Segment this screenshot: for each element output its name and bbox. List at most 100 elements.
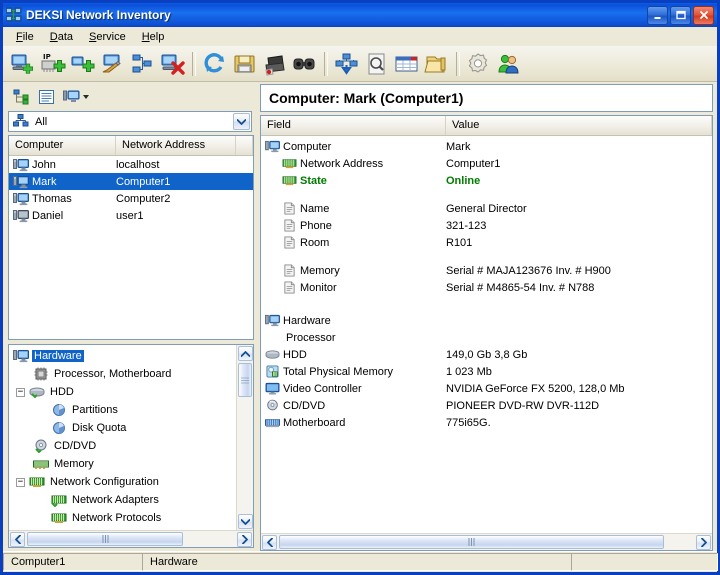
report-table-icon[interactable] [392, 49, 422, 79]
field-cell: CD/DVD [261, 399, 446, 413]
scroll-right-button[interactable] [696, 534, 711, 550]
table-row[interactable]: Network Address Computer1 [261, 155, 712, 172]
tree-node-partitions[interactable]: Partitions [11, 401, 236, 419]
scroll-thumb[interactable] [238, 363, 252, 397]
table-row[interactable]: Memory Serial # MAJA123676 Inv. # H900 [261, 262, 712, 279]
delete-computer-icon[interactable] [158, 49, 188, 79]
table-row[interactable]: State Online [261, 172, 712, 189]
refresh-icon[interactable] [200, 49, 230, 79]
list-view-icon[interactable] [35, 87, 57, 107]
scan-download-icon[interactable] [332, 49, 362, 79]
tree-node-hardware[interactable]: Hardware [11, 347, 236, 365]
minimize-button[interactable] [647, 5, 668, 25]
field-label: HDD [283, 348, 307, 361]
detail-horizontal-scrollbar[interactable] [261, 533, 712, 550]
table-row[interactable]: HDD 149,0 Gb 3,8 Gb [261, 346, 712, 363]
users-icon[interactable] [494, 49, 524, 79]
menu-data[interactable]: Data [42, 29, 81, 45]
menu-service[interactable]: Service [81, 29, 134, 45]
detail-grid[interactable]: Field Value Computer Mark Network Addres… [260, 115, 713, 551]
tree-horizontal-scrollbar[interactable] [9, 530, 253, 547]
list-item-label: John [32, 158, 56, 171]
open-folder-icon[interactable] [422, 49, 452, 79]
scroll-up-button[interactable] [237, 346, 253, 361]
tree-node-disk-quota[interactable]: Disk Quota [11, 419, 236, 437]
tree-view-icon[interactable] [10, 87, 32, 107]
list-item[interactable]: Thomas Computer2 [9, 190, 253, 207]
table-row[interactable]: Phone 321-123 [261, 217, 712, 234]
document-icon [282, 263, 297, 278]
computer-name-cell: John [9, 158, 116, 172]
network-tree-icon[interactable] [128, 49, 158, 79]
field-cell: Room [261, 235, 446, 250]
tree-expander-collapse[interactable]: − [16, 387, 25, 397]
list-item-label: Daniel [32, 209, 64, 222]
tree-node-network-configuration[interactable]: − Network Configuration [11, 473, 236, 491]
computer-view-dropdown[interactable] [60, 87, 92, 107]
table-row[interactable]: CD/DVD PIONEER DVD-RW DVR-112D [261, 397, 712, 414]
field-label: Phone [300, 219, 332, 232]
group-selector[interactable]: All [8, 111, 252, 132]
preview-icon[interactable] [362, 49, 392, 79]
tree-expander-collapse[interactable]: − [16, 477, 25, 487]
field-label: State [300, 174, 327, 187]
print-icon[interactable] [260, 49, 290, 79]
computer-online-icon [13, 175, 29, 189]
computer-online-icon [13, 192, 29, 206]
value-cell: NVIDIA GeForce FX 5200, 128,0 Mb [446, 382, 625, 395]
list-item[interactable]: John localhost [9, 156, 253, 173]
window-title: DEKSI Network Inventory [26, 8, 171, 22]
maximize-button[interactable] [670, 5, 691, 25]
cpu-icon [33, 367, 49, 381]
table-row[interactable]: Hardware [261, 312, 712, 329]
tree-node-network-adapters[interactable]: Network Adapters [11, 491, 236, 509]
scroll-down-button[interactable] [237, 514, 253, 529]
table-row[interactable]: Computer Mark [261, 138, 712, 155]
tree-node-processor-motherboard[interactable]: Processor, Motherboard [11, 365, 236, 383]
column-header-computer[interactable]: Computer [9, 136, 116, 155]
scroll-thumb[interactable] [279, 535, 664, 549]
add-ip-range-icon[interactable]: IP [38, 49, 68, 79]
menu-help[interactable]: Help [134, 29, 173, 45]
scroll-left-button[interactable] [10, 531, 25, 547]
group-selector-dropdown-button[interactable] [233, 113, 250, 130]
tree-node-cddvd[interactable]: CD/DVD [11, 437, 236, 455]
scroll-right-button[interactable] [237, 531, 252, 547]
table-row[interactable]: Video Controller NVIDIA GeForce FX 5200,… [261, 380, 712, 397]
status-cell-extra [571, 553, 718, 571]
table-row[interactable]: Processor [261, 329, 712, 346]
tree-node-network-protocols[interactable]: Network Protocols [11, 509, 236, 527]
table-row[interactable]: Room R101 [261, 234, 712, 251]
tree-vertical-scrollbar[interactable] [236, 345, 253, 530]
save-icon[interactable] [230, 49, 260, 79]
tree-node-memory[interactable]: Memory [11, 455, 236, 473]
computer-list[interactable]: Computer Network Address John localhost … [8, 135, 254, 340]
edit-computer-icon[interactable] [98, 49, 128, 79]
document-icon [282, 201, 297, 216]
hardware-tree-panel[interactable]: Hardware Processor, Motherboard − HDD Pa… [8, 344, 254, 548]
find-icon[interactable] [290, 49, 320, 79]
add-computer-icon[interactable] [8, 49, 38, 79]
toolbar-separator [456, 51, 460, 76]
field-label: Monitor [300, 281, 337, 294]
tree-node-hdd[interactable]: − HDD [11, 383, 236, 401]
column-header-field[interactable]: Field [261, 116, 446, 135]
column-header-value[interactable]: Value [446, 116, 712, 135]
settings-gear-icon[interactable] [464, 49, 494, 79]
hardware-tree[interactable]: Hardware Processor, Motherboard − HDD Pa… [9, 345, 236, 530]
document-icon [282, 280, 297, 295]
table-row[interactable]: Monitor Serial # M4865-54 Inv. # N788 [261, 279, 712, 296]
close-button[interactable] [693, 5, 714, 25]
list-item[interactable]: Daniel user1 [9, 207, 253, 224]
list-item[interactable]: Mark Computer1 [9, 173, 253, 190]
menu-file[interactable]: FFileile [8, 29, 42, 45]
table-row[interactable]: Total Physical Memory 1 023 Mb [261, 363, 712, 380]
column-header-network-address[interactable]: Network Address [116, 136, 236, 155]
scroll-thumb[interactable] [27, 532, 183, 546]
table-row[interactable]: Motherboard 775i65G. [261, 414, 712, 431]
add-group-icon[interactable] [68, 49, 98, 79]
field-cell: Processor [261, 332, 446, 344]
scroll-left-button[interactable] [262, 534, 277, 550]
document-icon [282, 218, 297, 233]
table-row[interactable]: Name General Director [261, 200, 712, 217]
